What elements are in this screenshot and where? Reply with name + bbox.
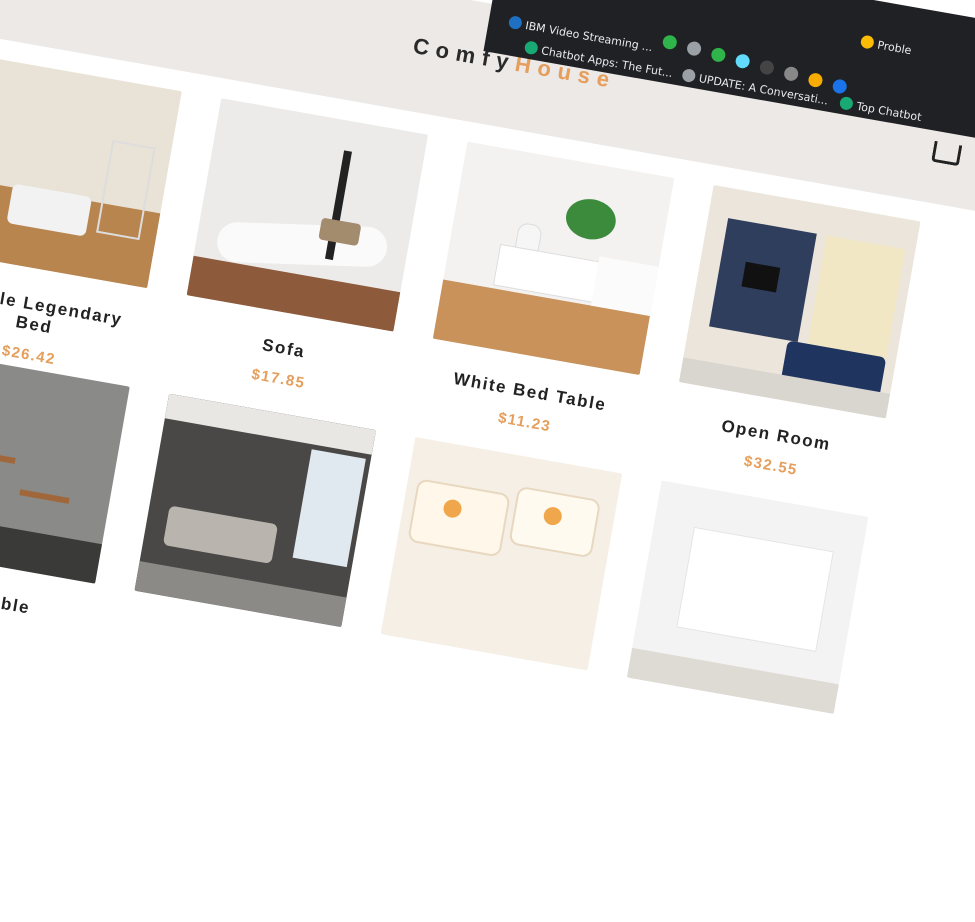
product-card[interactable] bbox=[622, 480, 869, 739]
product-title[interactable]: Old Table bbox=[0, 573, 91, 629]
product-price bbox=[622, 703, 829, 739]
extension-icon[interactable] bbox=[831, 78, 848, 95]
ibm-icon bbox=[507, 15, 523, 31]
product-photo-bed[interactable] bbox=[0, 54, 182, 289]
cart-icon[interactable] bbox=[931, 140, 963, 167]
globe-icon bbox=[681, 68, 697, 84]
extension-icon[interactable] bbox=[758, 59, 776, 76]
product-title[interactable] bbox=[376, 660, 583, 696]
extension-icon[interactable] bbox=[807, 72, 824, 89]
product-title[interactable] bbox=[130, 616, 337, 652]
product-card[interactable] bbox=[130, 393, 376, 653]
react-icon[interactable] bbox=[734, 53, 751, 70]
product-card[interactable]: Simple Legendary Bed $26.42 bbox=[0, 54, 182, 382]
product-card[interactable]: Old Table bbox=[0, 350, 130, 641]
product-price bbox=[376, 660, 583, 696]
product-photo-white-room[interactable] bbox=[626, 480, 869, 714]
product-photo-bed-table[interactable] bbox=[432, 141, 675, 376]
product-card[interactable]: White Bed Table $11.23 bbox=[420, 141, 675, 449]
product-card[interactable]: Open Room $32.55 bbox=[666, 185, 921, 492]
warning-icon bbox=[859, 34, 875, 50]
product-title[interactable] bbox=[622, 703, 829, 739]
product-price bbox=[130, 616, 337, 652]
product-title[interactable]: Simple Legendary Bed bbox=[0, 277, 143, 353]
extension-icon[interactable] bbox=[710, 46, 727, 63]
product-photo-living-room[interactable] bbox=[134, 393, 376, 628]
page-plane: ComfyHouse IBM Video Streaming ... Chatb… bbox=[0, 0, 975, 909]
product-card[interactable] bbox=[376, 437, 623, 696]
extension-icon[interactable] bbox=[783, 65, 800, 82]
product-photo-kids-bedding[interactable] bbox=[380, 437, 623, 671]
product-card[interactable]: Sofa $17.85 bbox=[174, 98, 429, 405]
extension-icon[interactable] bbox=[661, 34, 678, 51]
product-photo-open-room[interactable] bbox=[678, 185, 921, 419]
chatbot-icon bbox=[838, 95, 854, 111]
extension-icon[interactable] bbox=[685, 40, 703, 57]
chatbot-icon bbox=[523, 40, 539, 56]
bookmark-problem[interactable]: Proble bbox=[859, 34, 913, 57]
product-photo-sofa[interactable] bbox=[186, 98, 429, 332]
